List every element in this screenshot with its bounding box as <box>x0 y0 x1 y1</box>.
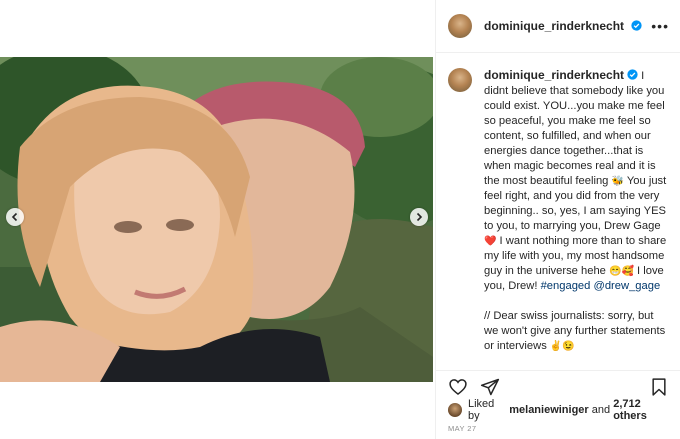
caption-area: dominique_rinderknecht I didnt believe t… <box>436 54 680 370</box>
likes-summary: Liked by melaniewiniger and 2,712 others <box>448 398 673 422</box>
verified-badge-icon <box>631 20 643 31</box>
verified-badge-icon <box>627 69 638 80</box>
caption-link[interactable]: @drew_gage <box>593 280 660 292</box>
chevron-right-icon <box>416 212 423 222</box>
author-name-wrap: dominique_rinderknecht <box>484 17 643 35</box>
caption-emoji: 🐝 <box>611 176 624 187</box>
author-username[interactable]: dominique_rinderknecht <box>484 19 624 33</box>
post-header: dominique_rinderknecht ••• <box>436 0 680 53</box>
likes-joiner: and <box>591 404 611 416</box>
more-options-button[interactable]: ••• <box>651 18 669 34</box>
post-caption: dominique_rinderknecht I didnt believe t… <box>484 68 669 370</box>
likes-prefix: Liked by <box>468 398 495 422</box>
liker-username[interactable]: melaniewiniger <box>509 404 588 416</box>
caption-text-2: // Dear swiss journalists: sorry, but we… <box>484 310 665 352</box>
bookmark-icon[interactable] <box>649 377 669 397</box>
paper-plane-icon[interactable] <box>480 377 500 397</box>
caption-emoji: 😁🥰 <box>609 266 634 277</box>
caption-link[interactable]: #engaged <box>541 280 591 292</box>
caption-text-1: I didnt believe that somebody like you c… <box>484 70 666 292</box>
post-date[interactable]: MAY 27 <box>448 424 476 433</box>
couple-photo-illustration <box>0 57 433 382</box>
caption-segment: I didnt believe that somebody like you c… <box>484 70 665 187</box>
author-avatar[interactable] <box>448 14 472 38</box>
likes-others-link[interactable]: 2,712 others <box>613 398 673 422</box>
carousel-next-button[interactable] <box>410 208 428 226</box>
post-media <box>0 0 435 439</box>
heart-icon[interactable] <box>448 377 468 397</box>
post-sidebar: dominique_rinderknecht ••• dominique_rin… <box>435 0 680 439</box>
caption-username[interactable]: dominique_rinderknecht <box>484 68 624 82</box>
caption-author-avatar[interactable] <box>448 68 472 92</box>
liker-avatar[interactable] <box>448 403 462 417</box>
caption-emoji: ❤️ <box>484 236 497 247</box>
chevron-left-icon <box>11 212 18 222</box>
post-photo[interactable] <box>0 57 433 382</box>
carousel-prev-button[interactable] <box>6 208 24 226</box>
caption-paragraph: // Dear swiss journalists: sorry, but we… <box>484 309 669 354</box>
caption-paragraph: dominique_rinderknecht I didnt believe t… <box>484 68 669 294</box>
caption-emoji: ✌️😉 <box>549 341 575 352</box>
